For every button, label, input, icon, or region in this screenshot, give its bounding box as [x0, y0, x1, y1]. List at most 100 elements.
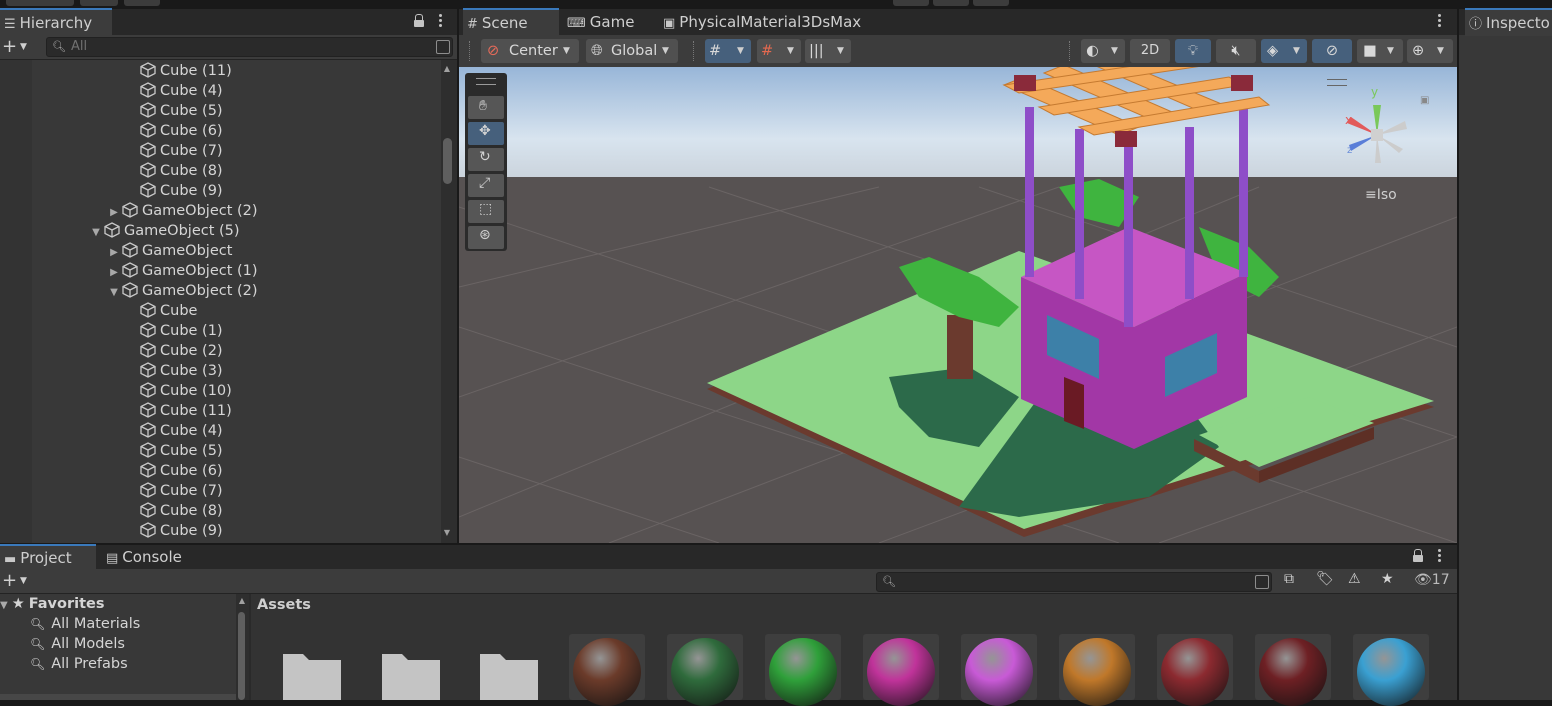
scroll-up-icon[interactable]: ▲ — [442, 64, 452, 73]
transform-tool-button[interactable]: ⊛ — [468, 226, 504, 249]
scene-lighting-toggle[interactable]: 💡︎ — [1175, 39, 1211, 63]
lock-icon[interactable] — [414, 14, 424, 28]
scene-render[interactable] — [459, 67, 1457, 543]
draw-mode-dropdown[interactable]: ◐ ▼ — [1081, 39, 1125, 63]
expand-arrow-icon[interactable]: ▶ — [106, 203, 122, 223]
orientation-gizmo[interactable]: ▣ y x z ≡Iso — [1327, 75, 1437, 215]
favorite-item[interactable]: 🔍︎ All Prefabs — [30, 654, 128, 674]
grid-snapping-toggle[interactable]: # ▼ — [705, 39, 751, 63]
hierarchy-item-cube[interactable]: Cube (3) — [124, 361, 223, 381]
rect-tool-button[interactable]: ⬚ — [468, 200, 504, 223]
material-asset[interactable] — [1059, 634, 1135, 706]
favorites-header[interactable]: ▼ ★ Favorites — [0, 594, 104, 614]
hierarchy-item-cube[interactable]: Cube (8) — [124, 161, 223, 181]
project-tree-scrollbar[interactable]: ▲ — [236, 594, 249, 700]
create-asset-button[interactable]: + ▼ — [0, 571, 34, 591]
expand-arrow-icon[interactable]: ▶ — [106, 263, 122, 283]
camera-settings-dropdown[interactable]: ■ ▼ — [1357, 39, 1403, 63]
assets-folder-row[interactable] — [0, 694, 236, 700]
tab-game[interactable]: ⌨ Game — [563, 9, 647, 35]
favorite-item[interactable]: 🔍︎ All Materials — [30, 614, 140, 634]
pivot-rotation-dropdown[interactable]: 🌐︎ Global ▼ — [586, 39, 678, 63]
incremental-snap-toggle[interactable]: # ▼ — [757, 39, 801, 63]
hierarchy-item-cube[interactable]: Cube (2) — [124, 341, 223, 361]
hierarchy-item-cube[interactable]: Cube (9) — [124, 521, 223, 541]
hierarchy-item-cube[interactable]: Cube (9) — [124, 181, 223, 201]
scene-viewport[interactable]: ✋︎ ✥ ↻ ⤢ ⬚ ⊛ ▣ y x z ≡Iso — [459, 67, 1457, 543]
hierarchy-item-cube[interactable]: Cube (4) — [124, 421, 223, 441]
2d-mode-toggle[interactable]: 2D — [1130, 39, 1170, 63]
material-asset[interactable] — [765, 634, 841, 706]
scroll-down-icon[interactable]: ▼ — [442, 528, 452, 537]
material-asset[interactable] — [1255, 634, 1331, 706]
expand-arrow-icon[interactable]: ▶ — [106, 243, 122, 263]
panel-menu-icon[interactable] — [1436, 548, 1442, 566]
hierarchy-search-input[interactable]: 🔍︎ All — [46, 37, 453, 57]
hand-tool-button[interactable]: ✋︎ — [468, 96, 504, 119]
tab-inspector[interactable]: ⓘ Inspecto — [1465, 8, 1552, 36]
scrollbar-thumb[interactable] — [443, 138, 452, 184]
audio-toggle[interactable]: 🔇︎ — [1216, 39, 1256, 63]
hierarchy-item-cube[interactable]: Cube (7) — [124, 481, 223, 501]
breadcrumb[interactable]: Assets — [257, 597, 311, 613]
hierarchy-item-gameobject[interactable]: ▶ GameObject (1) — [106, 261, 258, 281]
material-asset[interactable] — [1157, 634, 1233, 706]
hierarchy-item-cube[interactable]: Cube (6) — [124, 461, 223, 481]
overlay-grip[interactable] — [1327, 79, 1347, 86]
lock-small-icon[interactable]: ▣ — [1420, 95, 1429, 106]
effects-dropdown[interactable]: ◈ ▼ — [1261, 39, 1307, 63]
overlay-grip[interactable] — [476, 78, 496, 85]
collapse-arrow-icon[interactable]: ▼ — [88, 223, 104, 243]
scene-search-picker-icon[interactable] — [436, 40, 450, 54]
material-asset[interactable] — [1353, 634, 1429, 706]
create-button[interactable]: + ▼ — [0, 37, 34, 57]
hierarchy-scrollbar[interactable]: ▲ ▼ — [441, 60, 457, 543]
tab-scene[interactable]: # Scene — [463, 8, 559, 36]
hierarchy-item-gameobject[interactable]: ▼ GameObject (2) — [106, 281, 258, 301]
star-icon[interactable]: ★ — [1381, 571, 1394, 587]
warning-icon[interactable]: ⚠︎ — [1348, 571, 1361, 587]
filter-by-label-icon[interactable]: 🏷︎ — [1316, 571, 1334, 587]
search-picker-icon[interactable] — [1255, 575, 1269, 589]
panel-menu-icon[interactable] — [1436, 13, 1442, 31]
hierarchy-item-cube[interactable]: Cube (5) — [124, 101, 223, 121]
axis-gizmo-icon[interactable] — [1337, 95, 1417, 175]
project-search-input[interactable]: 🔍︎ — [876, 572, 1272, 592]
material-asset[interactable] — [961, 634, 1037, 706]
hierarchy-item-cube[interactable]: Cube (11) — [124, 61, 232, 81]
folder-icon[interactable] — [478, 646, 538, 700]
hierarchy-item-gameobject[interactable]: ▶ GameObject (2) — [106, 201, 258, 221]
hierarchy-item-cube[interactable]: Cube (5) — [124, 441, 223, 461]
hierarchy-item-cube[interactable]: Cube (6) — [124, 121, 223, 141]
material-asset[interactable] — [863, 634, 939, 706]
hierarchy-item-cube[interactable]: Cube (7) — [124, 141, 223, 161]
hierarchy-item-cube[interactable]: Cube (4) — [124, 81, 223, 101]
scrollbar-thumb[interactable] — [238, 612, 245, 700]
hierarchy-item-cube[interactable]: Cube (10) — [124, 381, 232, 401]
folder-icon[interactable] — [380, 646, 440, 700]
material-asset[interactable] — [667, 634, 743, 706]
tab-physical-material[interactable]: ▣ PhysicalMaterial3DsMax — [659, 9, 893, 35]
rotate-tool-button[interactable]: ↻ — [468, 148, 504, 171]
tab-console[interactable]: ▤ Console — [102, 545, 206, 569]
panel-menu-icon[interactable] — [437, 13, 443, 31]
pivot-position-dropdown[interactable]: ⊘ Center ▼ — [481, 39, 579, 63]
collapse-arrow-icon[interactable]: ▼ — [106, 283, 122, 303]
hierarchy-item-cube[interactable]: Cube (11) — [124, 401, 232, 421]
scale-tool-button[interactable]: ⤢ — [468, 174, 504, 197]
hierarchy-item-gameobject[interactable]: ▼ GameObject (5) — [88, 221, 240, 241]
lock-icon[interactable] — [1413, 549, 1423, 563]
scene-visibility-toggle[interactable]: ⊘ — [1312, 39, 1352, 63]
visibility-count[interactable]: 👁︎17 — [1414, 572, 1450, 588]
tab-hierarchy[interactable]: ☰ Hierarchy — [0, 8, 112, 36]
move-tool-button[interactable]: ✥ — [468, 122, 504, 145]
hierarchy-item-cube[interactable]: Cube (1) — [124, 321, 223, 341]
hierarchy-item-gameobject[interactable]: ▶ GameObject — [106, 241, 232, 261]
tab-project[interactable]: ▬ Project — [0, 544, 96, 570]
filter-by-type-icon[interactable]: ⧉ — [1284, 571, 1294, 587]
folder-icon[interactable] — [281, 646, 341, 700]
favorite-item[interactable]: 🔍︎ All Models — [30, 634, 125, 654]
hierarchy-item-cube[interactable]: Cube (8) — [124, 501, 223, 521]
gizmos-dropdown[interactable]: ⊕ ▼ — [1407, 39, 1453, 63]
view-mode-label[interactable]: ≡Iso — [1365, 187, 1397, 203]
